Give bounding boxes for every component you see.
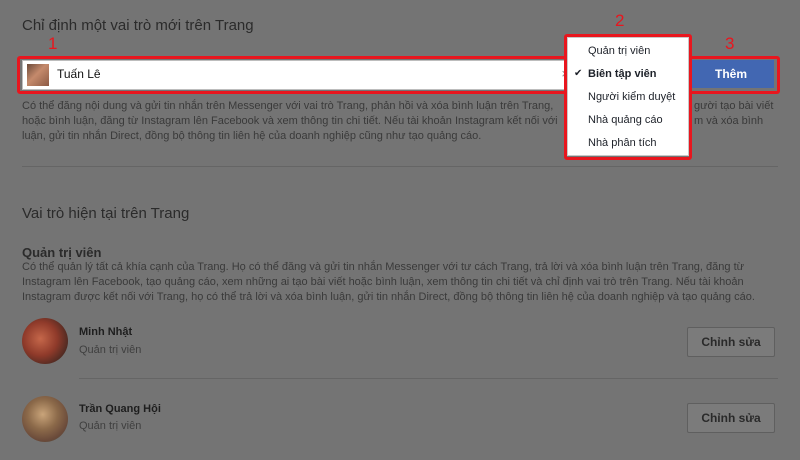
edit-button[interactable]: Chỉnh sửa	[687, 327, 775, 357]
member-name[interactable]: Minh Nhật	[79, 326, 132, 338]
current-roles-title: Vai trò hiện tại trên Trang	[22, 205, 190, 222]
annotation-1: 1	[48, 34, 58, 53]
member-role: Quản trị viên	[79, 344, 142, 356]
role-description-tail: gười tạo bài viết m và xóa bình	[694, 100, 774, 127]
annotation-box-2	[564, 34, 692, 160]
annotation-2: 2	[615, 11, 625, 30]
member-role: Quản trị viên	[79, 420, 142, 432]
annotation-box-3	[684, 56, 780, 94]
member-avatar	[22, 396, 68, 442]
edit-button[interactable]: Chỉnh sửa	[687, 403, 775, 433]
member-divider	[79, 378, 778, 379]
admin-role-description: Có thể quản lý tất cả khía cạnh của Tran…	[22, 261, 755, 303]
member-name[interactable]: Trần Quang Hội	[79, 403, 161, 415]
role-description: Có thể đăng nội dung và gửi tin nhắn trê…	[22, 100, 558, 142]
member-avatar	[22, 318, 68, 364]
assign-role-title: Chỉ định một vai trò mới trên Trang	[22, 17, 254, 34]
annotation-3: 3	[725, 34, 735, 53]
admin-role-title: Quản trị viên	[22, 245, 102, 260]
annotation-box-1	[17, 56, 581, 94]
section-divider	[22, 166, 778, 167]
